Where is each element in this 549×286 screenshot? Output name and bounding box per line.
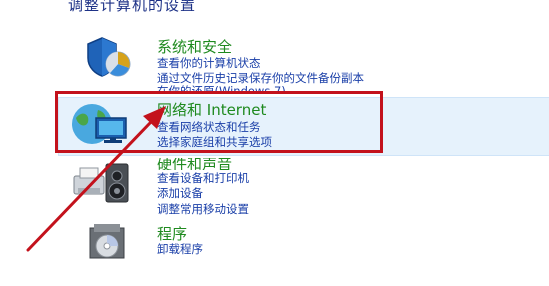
category-title-system-security[interactable]: 系统和安全 [157,36,232,57]
link-add-device[interactable]: 添加设备 [157,185,203,201]
printer-speaker-icon[interactable] [72,160,136,208]
shield-icon[interactable] [72,36,140,86]
annotation-callout-box [55,91,383,153]
page-title: 调整计算机的设置 [68,0,197,14]
category-title-hardware-sound[interactable]: 硬件和声音 [157,158,232,170]
programs-disc-icon[interactable] [84,222,134,266]
link-uninstall-program[interactable]: 卸载程序 [157,241,203,257]
link-view-computer-status[interactable]: 查看你的计算机状态 [157,55,261,71]
link-devices-printers[interactable]: 查看设备和打印机 [157,170,249,186]
link-mobility-settings[interactable]: 调整常用移动设置 [157,201,249,217]
